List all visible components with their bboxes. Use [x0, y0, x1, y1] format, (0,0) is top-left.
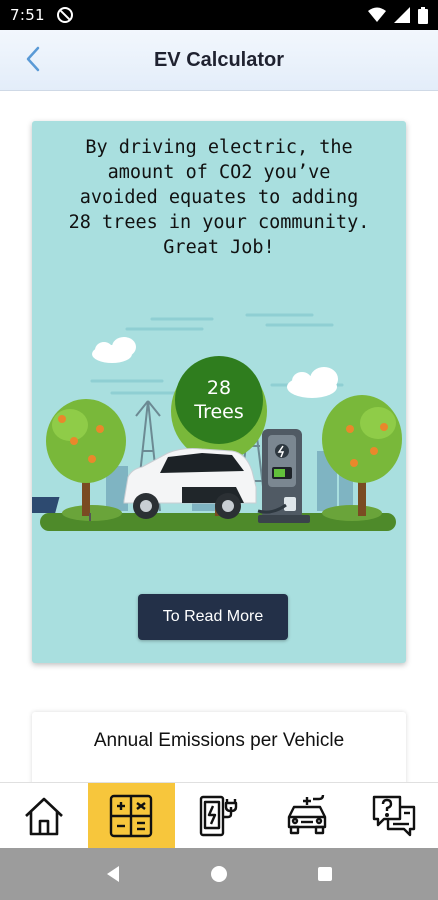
trees-unit: Trees: [194, 401, 244, 423]
electric-car-icon: [287, 794, 326, 835]
calculator-icon: [110, 794, 153, 838]
nav-charging[interactable]: [175, 783, 263, 849]
wifi-icon: [368, 7, 386, 22]
bush: [62, 505, 122, 521]
co2-message: By driving electric, the amount of CO2 y…: [46, 135, 392, 260]
trees-badge: 28 Trees: [175, 356, 263, 444]
back-icon[interactable]: [105, 865, 121, 883]
nav-calculator[interactable]: [87, 783, 176, 849]
co2-message-line: avoided equates to adding: [79, 187, 359, 208]
bush: [322, 505, 382, 521]
annual-emissions-title: Annual Emissions per Vehicle: [93, 730, 345, 751]
nav-vehicle[interactable]: [263, 783, 351, 849]
nav-home[interactable]: [0, 783, 88, 849]
charging-station: [257, 429, 310, 523]
notification-icon: [56, 7, 73, 23]
app-header: EV Calculator: [0, 30, 438, 91]
co2-savings-card: By driving electric, the amount of CO2 y…: [32, 121, 406, 663]
signal-icon: [394, 7, 410, 23]
co2-message-line: Great Job!: [163, 237, 275, 258]
back-button[interactable]: [18, 44, 48, 74]
co2-message-line: 28 trees in your community.: [68, 212, 370, 233]
home-icon: [24, 797, 63, 836]
bottom-nav: [0, 782, 438, 849]
system-nav-bar: [0, 848, 438, 900]
nav-help[interactable]: [350, 783, 438, 849]
chevron-left-icon: [26, 46, 40, 72]
co2-message-line: By driving electric, the: [85, 137, 353, 158]
cloud-left: [92, 337, 136, 363]
co2-message-line: amount of CO2 you’ve: [107, 162, 331, 183]
battery-icon: [418, 6, 428, 24]
read-more-button[interactable]: To Read More: [138, 594, 288, 640]
annual-emissions-card: Annual Emissions per Vehicle: [32, 712, 406, 792]
cloud-right: [287, 367, 338, 398]
electric-car: [123, 448, 257, 519]
page-title: EV Calculator: [153, 48, 285, 71]
status-time: 7:51: [10, 6, 45, 24]
help-chat-icon: [372, 795, 416, 837]
recents-icon[interactable]: [317, 866, 333, 882]
status-bar: 7:51: [0, 0, 438, 30]
home-circle-icon[interactable]: [210, 865, 228, 883]
status-icons: [368, 6, 428, 24]
trees-count: 28: [206, 377, 232, 399]
charging-station-icon: [199, 795, 238, 837]
